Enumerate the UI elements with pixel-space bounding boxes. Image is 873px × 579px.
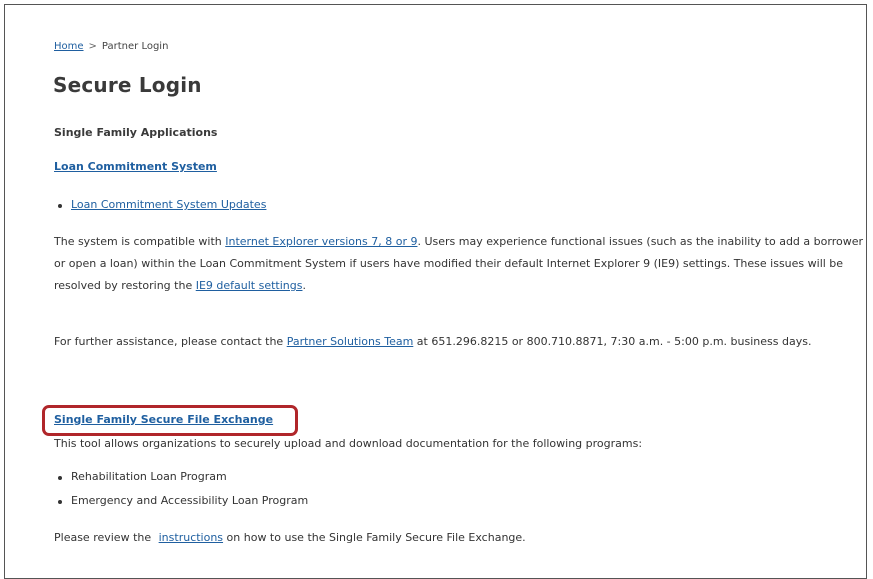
instructions-paragraph: Please review the instructions on how to… [54, 529, 866, 547]
assistance-paragraph: For further assistance, please contact t… [54, 331, 866, 353]
loan-commitment-updates-link[interactable]: Loan Commitment System Updates [71, 198, 266, 211]
ie-versions-link[interactable]: Internet Explorer versions 7, 8 or 9 [225, 235, 417, 248]
breadcrumb-current: Partner Login [101, 41, 169, 52]
partner-solutions-team-link[interactable]: Partner Solutions Team [287, 335, 414, 348]
list-item: Loan Commitment System Updates [54, 198, 266, 211]
program-list: Rehabilitation Loan Program Emergency an… [54, 470, 308, 518]
page-title: Secure Login [53, 73, 202, 97]
ie9-default-settings-link[interactable]: IE9 default settings [196, 279, 303, 292]
instructions-link[interactable]: instructions [159, 531, 223, 544]
review-text-1: Please review the [54, 531, 155, 544]
page-frame: Home > Partner Login Secure Login Single F… [4, 4, 867, 579]
compat-text-3: . [302, 279, 306, 292]
list-item: Emergency and Accessibility Loan Program [54, 494, 308, 507]
file-exchange-description: This tool allows organizations to secure… [54, 437, 643, 450]
assistance-text-2: at 651.296.8215 or 800.710.8871, 7:30 a.… [413, 335, 812, 348]
assistance-text-1: For further assistance, please contact t… [54, 335, 287, 348]
list-item: Rehabilitation Loan Program [54, 470, 308, 483]
compatibility-paragraph: The system is compatible with Internet E… [54, 231, 866, 297]
breadcrumb: Home > Partner Login [54, 41, 168, 52]
breadcrumb-home-link[interactable]: Home [54, 41, 84, 52]
review-text-2: on how to use the Single Family Secure F… [223, 531, 526, 544]
compat-text-1: The system is compatible with [54, 235, 226, 248]
section-title: Single Family Applications [54, 126, 218, 139]
secure-file-exchange-link[interactable]: Single Family Secure File Exchange [54, 413, 273, 426]
loan-commitment-list: Loan Commitment System Updates [54, 198, 266, 211]
loan-commitment-system-link[interactable]: Loan Commitment System [54, 160, 217, 173]
breadcrumb-separator: > [88, 41, 97, 52]
